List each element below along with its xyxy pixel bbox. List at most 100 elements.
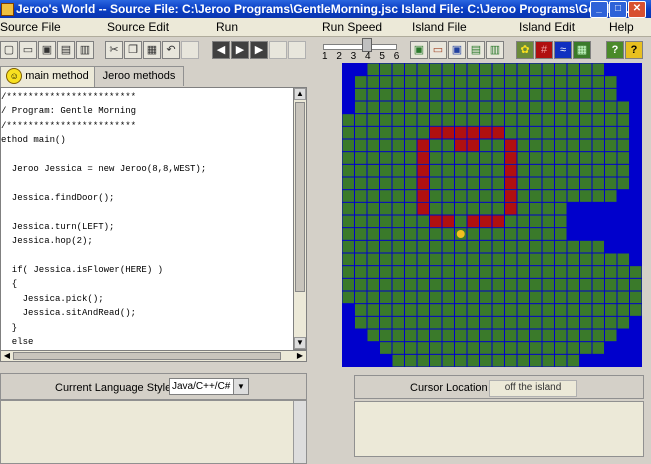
land-cell[interactable] (542, 177, 555, 190)
land-cell[interactable] (417, 228, 430, 240)
net-cell[interactable] (480, 215, 492, 228)
land-cell[interactable] (505, 88, 517, 101)
net-cell[interactable] (505, 202, 517, 215)
land-cell[interactable] (555, 63, 567, 76)
stop-icon[interactable] (288, 41, 306, 59)
land-cell[interactable] (580, 152, 592, 164)
land-cell[interactable] (567, 342, 580, 354)
land-cell[interactable] (467, 101, 480, 114)
land-cell[interactable] (430, 152, 442, 164)
message-scrollbar[interactable] (293, 401, 306, 463)
land-cell[interactable] (555, 126, 567, 139)
land-cell[interactable] (492, 139, 505, 152)
land-cell[interactable] (592, 316, 605, 329)
land-cell[interactable] (492, 202, 505, 215)
land-cell[interactable] (517, 291, 530, 304)
scroll-up-icon[interactable]: ▲ (294, 88, 306, 100)
land-cell[interactable] (355, 88, 367, 101)
land-cell[interactable] (442, 190, 455, 202)
land-cell[interactable] (442, 114, 455, 126)
land-cell[interactable] (405, 215, 417, 228)
land-cell[interactable] (467, 266, 480, 278)
reset-icon[interactable]: ◀ (212, 41, 230, 59)
land-cell[interactable] (592, 342, 605, 354)
land-cell[interactable] (580, 126, 592, 139)
land-cell[interactable] (480, 88, 492, 101)
land-cell[interactable] (517, 278, 530, 291)
land-cell[interactable] (530, 190, 542, 202)
land-cell[interactable] (455, 240, 467, 253)
land-cell[interactable] (517, 164, 530, 177)
land-cell[interactable] (492, 152, 505, 164)
net-cell[interactable] (417, 190, 430, 202)
land-cell[interactable] (442, 63, 455, 76)
land-cell[interactable] (592, 304, 605, 316)
scroll-left-icon[interactable]: ◀ (1, 351, 13, 361)
land-cell[interactable] (380, 114, 392, 126)
land-cell[interactable] (567, 190, 580, 202)
land-cell[interactable] (380, 190, 392, 202)
land-cell[interactable] (392, 76, 405, 88)
land-cell[interactable] (405, 354, 417, 367)
net-cell[interactable] (455, 139, 467, 152)
land-cell[interactable] (430, 329, 442, 342)
land-cell[interactable] (517, 329, 530, 342)
land-cell[interactable] (355, 164, 367, 177)
land-cell[interactable] (492, 304, 505, 316)
land-cell[interactable] (467, 316, 480, 329)
land-cell[interactable] (505, 266, 517, 278)
land-cell[interactable] (342, 253, 355, 266)
land-cell[interactable] (542, 164, 555, 177)
land-cell[interactable] (367, 139, 380, 152)
land-cell[interactable] (492, 164, 505, 177)
land-cell[interactable] (417, 316, 430, 329)
land-cell[interactable] (480, 139, 492, 152)
print-island-icon[interactable]: ▥ (486, 41, 504, 59)
land-cell[interactable] (355, 126, 367, 139)
scroll-down-icon[interactable]: ▼ (294, 337, 306, 349)
land-cell[interactable] (517, 114, 530, 126)
land-cell[interactable] (592, 278, 605, 291)
land-cell[interactable] (492, 240, 505, 253)
land-cell[interactable] (392, 354, 405, 367)
land-cell[interactable] (617, 278, 630, 291)
land-cell[interactable] (530, 139, 542, 152)
print-icon[interactable]: ▥ (76, 41, 94, 59)
land-cell[interactable] (455, 76, 467, 88)
land-cell[interactable] (455, 152, 467, 164)
land-cell[interactable] (542, 63, 555, 76)
land-cell[interactable] (517, 152, 530, 164)
land-cell[interactable] (367, 304, 380, 316)
land-cell[interactable] (517, 63, 530, 76)
land-cell[interactable] (605, 101, 617, 114)
land-cell[interactable] (592, 177, 605, 190)
land-cell[interactable] (467, 114, 480, 126)
land-cell[interactable] (492, 114, 505, 126)
land-cell[interactable] (355, 215, 367, 228)
land-cell[interactable] (355, 304, 367, 316)
land-cell[interactable] (380, 126, 392, 139)
land-cell[interactable] (530, 202, 542, 215)
land-cell[interactable] (480, 63, 492, 76)
land-cell[interactable] (530, 253, 542, 266)
land-cell[interactable] (517, 139, 530, 152)
land-cell[interactable] (430, 190, 442, 202)
land-cell[interactable] (380, 266, 392, 278)
land-cell[interactable] (405, 88, 417, 101)
net-cell[interactable] (505, 190, 517, 202)
land-cell[interactable] (380, 76, 392, 88)
land-cell[interactable] (580, 63, 592, 76)
land-cell[interactable] (392, 190, 405, 202)
land-cell[interactable] (567, 114, 580, 126)
land-cell[interactable] (530, 329, 542, 342)
land-cell[interactable] (517, 177, 530, 190)
language-style-select[interactable]: Java/C++/C# ▼ (169, 378, 249, 395)
land-cell[interactable] (555, 342, 567, 354)
menu-source-edit[interactable]: Source Edit (107, 20, 169, 34)
land-cell[interactable] (617, 114, 630, 126)
land-cell[interactable] (480, 177, 492, 190)
land-cell[interactable] (342, 240, 355, 253)
land-cell[interactable] (380, 152, 392, 164)
land-cell[interactable] (592, 76, 605, 88)
land-cell[interactable] (405, 342, 417, 354)
